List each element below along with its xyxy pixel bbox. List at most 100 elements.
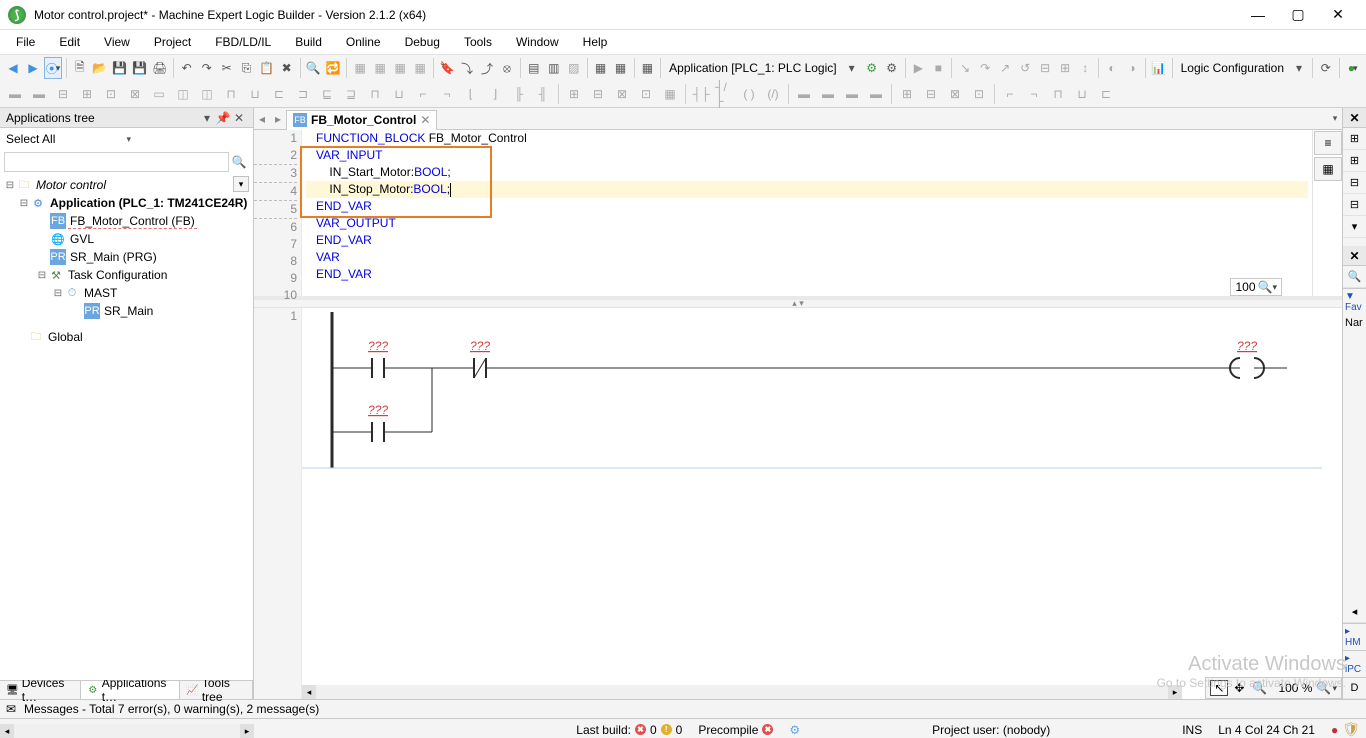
tool-a[interactable]: ▦ (351, 57, 369, 79)
ld-tool-19[interactable]: ¬ (436, 83, 458, 105)
search-icon[interactable]: 🔍 (229, 155, 249, 169)
ld-tool-28[interactable]: ▦ (659, 83, 681, 105)
ld-tool-2[interactable]: ▬ (28, 83, 50, 105)
tool-d[interactable]: ▦ (411, 57, 429, 79)
ld-tool-8[interactable]: ◫ (172, 83, 194, 105)
tree-dropdown-icon[interactable]: ▾ (233, 176, 249, 192)
palette-item-5[interactable]: ▾ (1343, 216, 1366, 238)
ld-tool-40[interactable]: ⊓ (1047, 83, 1069, 105)
login-button[interactable]: ⚙ (863, 57, 881, 79)
panel-menu-icon[interactable]: ▾ (199, 111, 215, 125)
open-button[interactable]: 📂 (91, 57, 109, 79)
ld-tool-16[interactable]: ⊓ (364, 83, 386, 105)
save-all-button[interactable]: 💾 (131, 57, 149, 79)
bookmark-icon[interactable]: 🔖 (438, 57, 456, 79)
ld-tool-23[interactable]: ╢ (532, 83, 554, 105)
palette-item-2[interactable]: ⊞ (1343, 150, 1366, 172)
ld-tool-3[interactable]: ⊟ (52, 83, 74, 105)
step-over[interactable]: ↷ (976, 57, 994, 79)
menu-view[interactable]: View (94, 33, 140, 51)
tree-sr-main[interactable]: SR_Main (PRG) (68, 250, 159, 264)
refresh-button[interactable]: ⟳ (1317, 57, 1335, 79)
tree-global[interactable]: Global (46, 330, 85, 344)
d-tab[interactable]: D (1343, 677, 1366, 699)
tree-application[interactable]: Application (PLC_1: TM241CE24R) (48, 196, 249, 210)
cut-button[interactable]: ✂ (218, 57, 236, 79)
ld-tool-1[interactable]: ▬ (4, 83, 26, 105)
tab-devices-tree[interactable]: 🖥Devices t… (0, 681, 81, 699)
ld-tool-34[interactable]: ⊞ (896, 83, 918, 105)
tab-scroll-right[interactable]: ▸ (270, 112, 286, 126)
ld-zoom-fit-icon[interactable]: 🔍 (1314, 681, 1332, 695)
ld-tool-15[interactable]: ⊒ (340, 83, 362, 105)
panel-pin-icon[interactable]: 📌 (215, 111, 231, 125)
logout-button[interactable]: ⚙ (883, 57, 901, 79)
ld-tool-21[interactable]: ⌋ (484, 83, 506, 105)
menu-online[interactable]: Online (336, 33, 391, 51)
menu-tools[interactable]: Tools (454, 33, 502, 51)
ld-coil-neg[interactable]: (/) (762, 83, 784, 105)
trace-icon[interactable]: 📊 (1150, 57, 1168, 79)
panel-close-icon[interactable]: ✕ (231, 111, 247, 125)
palette-item-3[interactable]: ⊟ (1343, 172, 1366, 194)
search-icon[interactable]: 🔍 (1343, 266, 1366, 288)
ld-tool-9[interactable]: ◫ (196, 83, 218, 105)
tree-mast-srmain[interactable]: SR_Main (102, 304, 155, 318)
view-split[interactable]: ▥ (545, 57, 563, 79)
close-button[interactable]: ✕ (1318, 1, 1358, 29)
project-tree[interactable]: ▾ ⊟🗀Motor control ⊟⚙Application (PLC_1: … (0, 174, 253, 680)
ld-tool-10[interactable]: ⊓ (220, 83, 242, 105)
right-close-2-icon[interactable]: ✕ (1343, 246, 1366, 266)
connection-icon[interactable]: ⚙ (789, 723, 800, 737)
replace-button[interactable]: 🔁 (324, 57, 342, 79)
undo-button[interactable]: ↶ (178, 57, 196, 79)
tool-b[interactable]: ▦ (371, 57, 389, 79)
ld-tool-13[interactable]: ⊐ (292, 83, 314, 105)
nav-back-button[interactable]: ◀ (4, 57, 22, 79)
tree-twisty[interactable]: ⊟ (52, 288, 64, 299)
maximize-button[interactable]: ▢ (1278, 1, 1318, 29)
ladder-editor[interactable]: ??? ??? ??? (302, 308, 1342, 699)
step-y[interactable]: ⊟ (1036, 57, 1054, 79)
ld-tool-26[interactable]: ⊠ (611, 83, 633, 105)
view-x[interactable]: ▨ (565, 57, 583, 79)
stop-button[interactable]: ■ (929, 57, 947, 79)
ld-tool-12[interactable]: ⊏ (268, 83, 290, 105)
ld-zoom-icon[interactable]: 🔍 (1250, 681, 1268, 695)
tree-search-input[interactable] (4, 152, 229, 172)
ld-tool-6[interactable]: ⊠ (124, 83, 146, 105)
step-z[interactable]: ⊞ (1056, 57, 1074, 79)
ld-cursor-icon[interactable]: ↖ (1210, 680, 1228, 696)
delete-button[interactable]: ✖ (278, 57, 296, 79)
ld-tool-39[interactable]: ¬ (1023, 83, 1045, 105)
menu-build[interactable]: Build (285, 33, 332, 51)
ld-tool-18[interactable]: ⌐ (412, 83, 434, 105)
ld-tool-22[interactable]: ╟ (508, 83, 530, 105)
ld-pan-icon[interactable]: ✥ (1230, 681, 1248, 695)
step-out[interactable]: ↗ (996, 57, 1014, 79)
palette-item-4[interactable]: ⊟ (1343, 194, 1366, 216)
tree-mast[interactable]: MAST (82, 286, 119, 300)
ld-tool-17[interactable]: ⊔ (388, 83, 410, 105)
menu-file[interactable]: File (6, 33, 45, 51)
table-icon[interactable]: ▦ (638, 57, 656, 79)
save-button[interactable]: 💾 (111, 57, 129, 79)
ld-contact-nc[interactable]: ┤/├ (714, 83, 736, 105)
panel-filter-select[interactable]: Select All ▾ (0, 128, 253, 150)
tool-f[interactable]: ▦ (612, 57, 630, 79)
ld-tool-24[interactable]: ⊞ (563, 83, 585, 105)
ld-tool-4[interactable]: ⊞ (76, 83, 98, 105)
tab-close-icon[interactable]: ✕ (420, 113, 430, 127)
new-button[interactable]: 🗎 (71, 57, 89, 79)
step-w[interactable]: ↕ (1076, 57, 1094, 79)
bookmark-prev[interactable]: ⤴ (478, 57, 496, 79)
view-grid[interactable]: ▤ (525, 57, 543, 79)
tree-gvl[interactable]: GVL (68, 232, 96, 246)
editor-tab-fb-motor-control[interactable]: FB FB_Motor_Control ✕ (286, 110, 437, 130)
paste-button[interactable]: 📋 (258, 57, 276, 79)
ld-tool-5[interactable]: ⊡ (100, 83, 122, 105)
copy-button[interactable]: ⎘ (238, 57, 256, 79)
tree-twisty[interactable]: ⊟ (36, 270, 48, 281)
declaration-editor[interactable]: FUNCTION_BLOCK FB_Motor_Control VAR_INPU… (302, 130, 1312, 296)
ld-tool-42[interactable]: ⊏ (1095, 83, 1117, 105)
